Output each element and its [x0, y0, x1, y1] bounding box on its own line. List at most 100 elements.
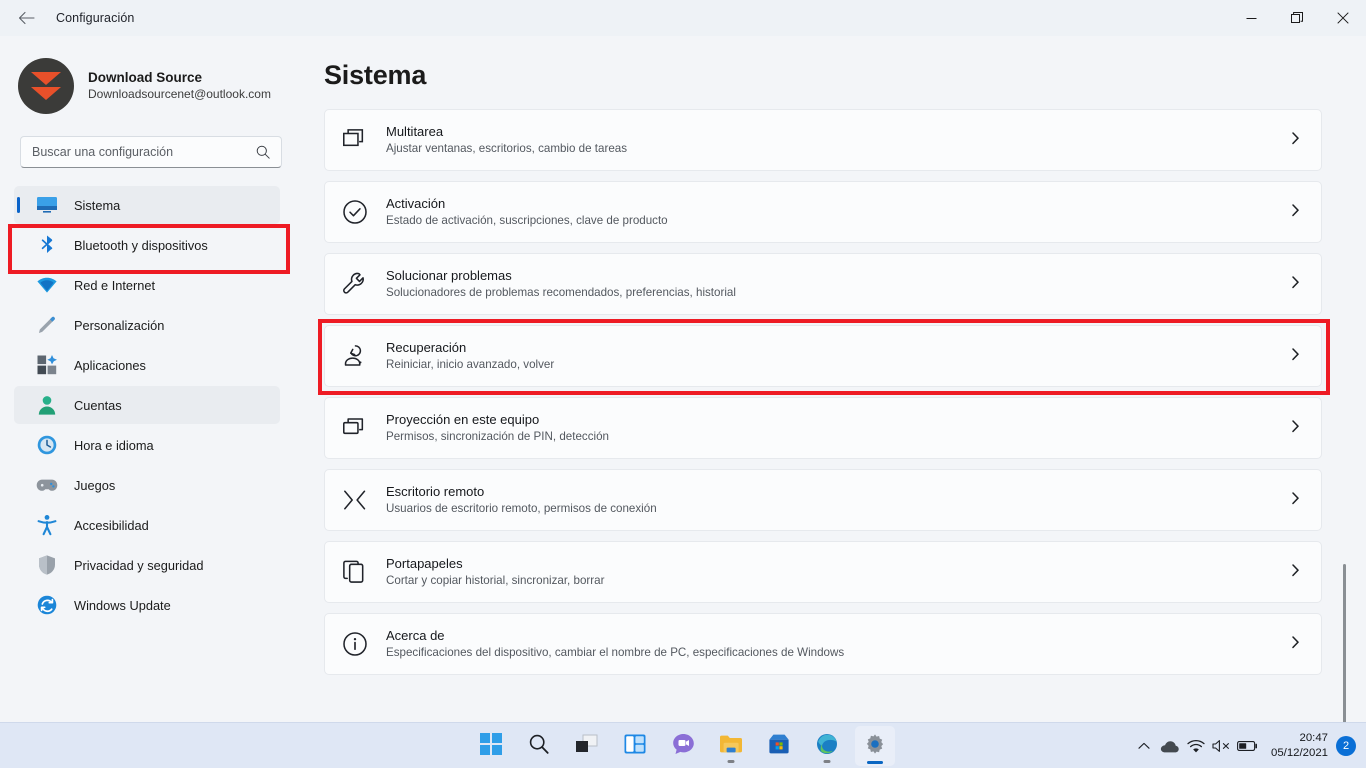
back-button[interactable]	[6, 2, 46, 34]
taskbar-start-button[interactable]	[471, 726, 511, 766]
clock[interactable]: 20:47 05/12/2021	[1271, 731, 1328, 761]
taskbar-microsoft-store-button[interactable]	[759, 726, 799, 766]
sidebar-item-label: Sistema	[74, 197, 121, 213]
volume-tray-button[interactable]	[1209, 726, 1235, 766]
sidebar-item-label: Hora e idioma	[74, 437, 154, 453]
window-controls	[1228, 0, 1366, 36]
onedrive-tray-button[interactable]	[1157, 726, 1183, 766]
sidebar-item-label: Privacidad y seguridad	[74, 557, 204, 573]
clock-icon	[36, 434, 58, 456]
scrollbar-thumb[interactable]	[1343, 564, 1346, 722]
card-title: Escritorio remoto	[386, 484, 485, 499]
chevron-right-icon	[1292, 204, 1299, 222]
taskbar-file-explorer-button[interactable]	[711, 726, 751, 766]
sidebar-item-label: Windows Update	[74, 597, 171, 613]
sidebar-item-accesibilidad[interactable]: Accesibilidad	[14, 506, 280, 544]
sidebar-item-sistema[interactable]: Sistema	[14, 186, 280, 224]
check-circle-icon	[341, 198, 369, 226]
card-title: Proyección en este equipo	[386, 412, 540, 427]
network-tray-button[interactable]	[1183, 726, 1209, 766]
tray-overflow-button[interactable]	[1131, 726, 1157, 766]
card-title: Activación	[386, 196, 446, 211]
chevron-right-icon	[1292, 132, 1299, 150]
wrench-icon	[341, 270, 369, 298]
chevron-right-icon	[1292, 420, 1299, 438]
taskbar-task-view-button[interactable]	[567, 726, 607, 766]
account-text: Download Source Downloadsourcenet@outloo…	[88, 69, 271, 103]
card-subtitle: Ajustar ventanas, escritorios, cambio de…	[386, 142, 628, 155]
account-email: Downloadsourcenet@outlook.com	[88, 87, 271, 101]
accessibility-icon	[36, 514, 58, 536]
sidebar-item-hora-e-idioma[interactable]: Hora e idioma	[14, 426, 280, 464]
taskbar-chat-button[interactable]	[663, 726, 703, 766]
system-tray: 20:47 05/12/2021 2	[1131, 723, 1366, 768]
content-scrollbar[interactable]	[1343, 156, 1358, 722]
speaker-mute-icon	[1212, 740, 1229, 752]
main-content: Sistema Multitarea Ajustar ventanas, escr…	[300, 36, 1366, 722]
taskbar-edge-button[interactable]	[807, 726, 847, 766]
download-source-logo-icon-2	[31, 87, 61, 100]
battery-tray-button[interactable]	[1235, 726, 1261, 766]
settings-card-proyecci-n-en-este-equipo[interactable]: Proyección en este equipo Permisos, sincr…	[324, 397, 1322, 459]
search-box[interactable]	[20, 136, 282, 168]
card-subtitle: Estado de activación, suscripciones, cla…	[386, 214, 668, 227]
sidebar-nav: Sistema Bluetooth y dispositivos Red e Int…	[0, 186, 300, 624]
chevron-up-icon	[1138, 742, 1150, 749]
card-title: Solucionar problemas	[386, 268, 512, 283]
shield-icon	[36, 554, 58, 576]
back-arrow-icon	[18, 11, 35, 25]
card-subtitle: Solucionadores de problemas recomendados…	[386, 286, 736, 299]
settings-icon	[864, 733, 886, 760]
card-title: Recuperación	[386, 340, 467, 355]
sidebar-item-bluetooth-y-dispositivos[interactable]: Bluetooth y dispositivos	[14, 226, 280, 264]
battery-icon	[1237, 741, 1258, 751]
sidebar-item-windows-update[interactable]: Windows Update	[14, 586, 280, 624]
card-text: Recuperación Reiniciar, inicio avanzado, …	[386, 339, 554, 373]
sidebar-item-juegos[interactable]: Juegos	[14, 466, 280, 504]
sidebar-item-label: Accesibilidad	[74, 517, 149, 533]
bluetooth-icon	[36, 234, 58, 256]
wifi-icon	[1187, 739, 1205, 753]
chevron-right-icon	[1292, 636, 1299, 654]
taskbar-widgets-button[interactable]	[615, 726, 655, 766]
search-input[interactable]	[21, 137, 243, 167]
account-block[interactable]: Download Source Downloadsourcenet@outloo…	[18, 58, 300, 114]
notification-badge[interactable]: 2	[1336, 736, 1356, 756]
project-icon	[341, 414, 369, 442]
settings-card-escritorio-remoto[interactable]: Escritorio remoto Usuarios de escritorio …	[324, 469, 1322, 531]
sidebar-item-aplicaciones[interactable]: Aplicaciones	[14, 346, 280, 384]
settings-card-multitarea[interactable]: Multitarea Ajustar ventanas, escritorios,…	[324, 109, 1322, 171]
edge-icon	[816, 733, 838, 760]
sidebar-item-label: Bluetooth y dispositivos	[74, 237, 208, 253]
clock-date: 05/12/2021	[1270, 747, 1328, 759]
avatar	[18, 58, 74, 114]
monitor-icon	[36, 194, 58, 216]
close-button[interactable]	[1320, 0, 1366, 36]
selection-indicator	[17, 197, 20, 213]
maximize-button[interactable]	[1274, 0, 1320, 36]
person-icon	[36, 394, 58, 416]
wifi-icon	[36, 274, 58, 296]
settings-card-portapapeles[interactable]: Portapapeles Cortar y copiar historial, s…	[324, 541, 1322, 603]
chevron-right-icon	[1292, 564, 1299, 582]
account-name: Download Source	[88, 70, 203, 85]
settings-card-acerca-de[interactable]: Acerca de Especificaciones del dispositiv…	[324, 613, 1322, 675]
settings-card-activaci-n[interactable]: Activación Estado de activación, suscripc…	[324, 181, 1322, 243]
card-subtitle: Cortar y copiar historial, sincronizar, …	[386, 574, 605, 587]
microsoft-store-icon	[768, 733, 790, 760]
clipboard-icon	[341, 558, 369, 586]
settings-window: Configuración Download Source Downloadso…	[0, 0, 1366, 768]
gamepad-icon	[36, 474, 58, 496]
taskbar-settings-button[interactable]	[855, 726, 895, 766]
minimize-button[interactable]	[1228, 0, 1274, 36]
sidebar-item-cuentas[interactable]: Cuentas	[14, 386, 280, 424]
download-source-logo-icon	[31, 72, 61, 85]
sidebar-item-personalizaci-n[interactable]: Personalización	[14, 306, 280, 344]
sidebar-item-privacidad-y-seguridad[interactable]: Privacidad y seguridad	[14, 546, 280, 584]
taskbar-search-button[interactable]	[519, 726, 559, 766]
sidebar-item-red-e-internet[interactable]: Red e Internet	[14, 266, 280, 304]
cloud-icon	[1161, 740, 1180, 752]
settings-card-solucionar-problemas[interactable]: Solucionar problemas Solucionadores de pr…	[324, 253, 1322, 315]
search-icon	[528, 733, 550, 760]
settings-card-recuperaci-n[interactable]: Recuperación Reiniciar, inicio avanzado, …	[324, 325, 1322, 387]
